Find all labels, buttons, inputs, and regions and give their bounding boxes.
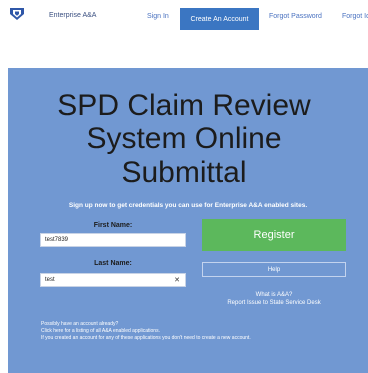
create-account-tab[interactable]: Create An Account xyxy=(180,8,259,30)
top-navigation-bar: Enterprise A&A Sign In Create An Account… xyxy=(0,0,368,44)
shield-icon xyxy=(10,8,24,20)
sign-in-link[interactable]: Sign In xyxy=(147,13,169,20)
page-title-line-2: System Online xyxy=(86,122,282,155)
help-button[interactable]: Help xyxy=(202,262,346,277)
first-name-label: First Name: xyxy=(93,222,133,229)
clear-icon[interactable]: ✕ xyxy=(174,276,180,284)
signup-note: Sign up now to get credentials you can u… xyxy=(68,202,308,209)
forgot-password-link[interactable]: Forgot Password xyxy=(269,13,322,20)
footer-existing-account: Possibly have an account already? xyxy=(41,321,119,327)
first-name-field[interactable]: test7839 xyxy=(40,233,186,247)
last-name-value: test xyxy=(45,277,55,283)
page-title-line-3: Submittal xyxy=(121,156,247,189)
last-name-field[interactable]: test ✕ xyxy=(40,273,186,287)
page-title-line-1: SPD Claim Review xyxy=(57,89,311,122)
forgot-id-link[interactable]: Forgot Id xyxy=(342,13,368,20)
footer-note: If you created an account for any of the… xyxy=(41,335,251,341)
last-name-label: Last Name: xyxy=(94,260,132,267)
footer-app-listing-link[interactable]: Click here for a listing of all A&A enab… xyxy=(41,328,160,334)
register-button[interactable]: Register xyxy=(202,219,346,251)
report-issue-link[interactable]: Report Issue to State Service Desk xyxy=(202,300,346,306)
first-name-value: test7839 xyxy=(45,237,69,243)
what-is-aa-link[interactable]: What is A&A? xyxy=(202,292,346,298)
brand-name[interactable]: Enterprise A&A xyxy=(49,12,96,19)
